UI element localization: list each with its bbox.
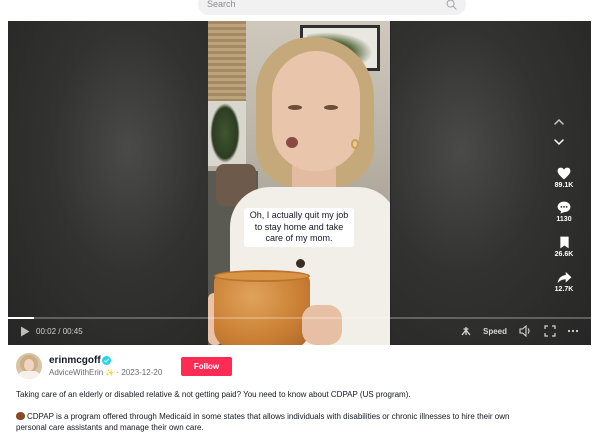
fullscreen-icon[interactable]	[544, 325, 556, 337]
chestnut-emoji-icon	[16, 412, 25, 420]
avatar[interactable]	[16, 353, 42, 379]
author-username[interactable]: erinmcgoff	[49, 355, 101, 366]
search-bar[interactable]: Search	[198, 0, 466, 15]
comment-icon	[557, 201, 571, 214]
sparkle-icon: ✨	[105, 370, 115, 377]
search-icon[interactable]	[446, 0, 457, 10]
share-button[interactable]: 12.7K	[552, 271, 576, 293]
floating-player-icon[interactable]	[460, 325, 472, 337]
search-input[interactable]: Search	[207, 0, 236, 9]
chevron-down-icon[interactable]	[551, 134, 567, 150]
person-hand-right	[302, 305, 342, 345]
speed-button[interactable]: Speed	[483, 327, 507, 336]
volume-icon[interactable]	[519, 325, 532, 337]
more-icon[interactable]	[567, 325, 579, 337]
follow-button[interactable]: Follow	[181, 357, 232, 376]
earring	[351, 139, 359, 149]
verified-icon	[102, 356, 111, 365]
comment-button[interactable]: 1130	[552, 201, 576, 223]
video-caption: Oh, I actually quit my job to stay home …	[244, 208, 354, 247]
chevron-up-icon[interactable]	[551, 114, 567, 130]
author-subline: AdviceWithErin ✨ · 2023-12-20	[49, 368, 162, 377]
progress-fill	[8, 317, 34, 319]
plant	[210, 103, 240, 163]
progress-bar[interactable]	[8, 317, 591, 319]
description-line-3: personal care assistants and manage thei…	[16, 423, 204, 432]
share-count: 12.7K	[554, 286, 574, 293]
coffee-mug-rim	[214, 270, 310, 282]
time-display: 00:02 / 00:45	[36, 327, 83, 336]
like-count: 89.1K	[554, 182, 574, 189]
description-line-2-text: CDPAP is a program offered through Medic…	[27, 412, 510, 421]
save-count: 26.6K	[554, 251, 574, 258]
description-line-2: CDPAP is a program offered through Medic…	[16, 411, 588, 422]
sweater-button	[296, 259, 305, 268]
author-nickname[interactable]: AdviceWithErin	[49, 368, 103, 377]
video-backdrop-left	[8, 21, 208, 345]
video-player[interactable]: Oh, I actually quit my job to stay home …	[8, 21, 591, 345]
coffee-mug	[214, 274, 310, 345]
comment-count: 1130	[556, 216, 572, 223]
like-button[interactable]: 89.1K	[552, 167, 576, 189]
save-button[interactable]: 26.6K	[552, 236, 576, 258]
post-date: 2023-12-20	[121, 368, 163, 377]
person-face	[272, 51, 360, 171]
share-icon	[557, 271, 571, 284]
play-icon[interactable]	[20, 326, 30, 337]
window-blind	[208, 21, 246, 101]
description-line-1: Taking care of an elderly or disabled re…	[16, 390, 411, 399]
bookmark-icon	[559, 236, 569, 249]
person-mouth	[286, 137, 298, 148]
heart-icon	[557, 167, 571, 180]
video-frame[interactable]: Oh, I actually quit my job to stay home …	[208, 21, 390, 345]
meta-separator: ·	[116, 368, 120, 377]
